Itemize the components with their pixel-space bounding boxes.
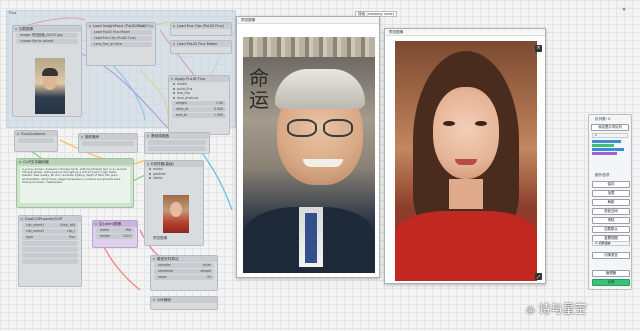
height-value[interactable]: height 1024: [96, 234, 134, 239]
extra-row[interactable]: [22, 247, 78, 252]
node-title: FluxGuidance: [21, 132, 46, 136]
expand-preview-button[interactable]: ⤢: [535, 273, 542, 280]
lora-select[interactable]: Lora_flux_ip+lora: [90, 42, 152, 47]
woman-portrait-image: [395, 41, 537, 281]
type-select[interactable]: type flux: [22, 235, 78, 240]
extra-options-label: 额外选项: [595, 173, 610, 177]
share-button[interactable]: 分享: [592, 279, 630, 286]
row-label: Lora_flux_ip+lora: [94, 42, 122, 46]
node-canvas[interactable]: Flux 加载图像 image: 预览图像_00037.jpg choose f…: [0, 0, 640, 331]
node-title: Load Eva Clip (PuLID Flux): [177, 24, 225, 28]
node-title: 随机噪声: [85, 135, 100, 139]
sampler-select-node[interactable]: 模型采样算法 sampler euler scheduler simple step…: [150, 255, 218, 291]
window-title: 预览图像: [389, 30, 404, 34]
node-title: Apply PuLID Flux: [175, 77, 206, 81]
seed-value[interactable]: [82, 141, 134, 146]
clip-text-node[interactable]: CLIP文本编码器 A young, woman, dressed in Chi…: [16, 158, 134, 208]
load-image-node[interactable]: 加载图像 image: 预览图像_00037.jpg choose file t…: [12, 25, 82, 117]
preview-window-woman[interactable]: 预览图像 × ⤢: [384, 28, 546, 284]
close-preview-button[interactable]: ×: [535, 45, 542, 52]
upload-button[interactable]: choose file to upload: [16, 39, 78, 44]
batch-count-input[interactable]: 1: [592, 133, 628, 138]
node-title: 基础调度器: [151, 134, 169, 138]
node-title: 空Latent图像: [99, 222, 122, 226]
panel-buttons: 保存 加载 刷新 剪贴空间 清除 加载默认 重置视图: [589, 179, 633, 242]
extra-row[interactable]: [22, 259, 78, 264]
save-button[interactable]: 保存: [592, 181, 630, 188]
scheduler-node[interactable]: 基础调度器: [144, 132, 210, 154]
switch-language-button[interactable]: 切换语言: [592, 252, 630, 259]
wechat-icon: ◎: [526, 305, 535, 316]
empty-latent-node[interactable]: 空Latent图像 width 768 height 1024: [92, 220, 138, 248]
row-label: Load Eva Clip (PuLID Flux): [94, 36, 136, 40]
start-at-slider[interactable]: start_at 0.000: [172, 107, 226, 112]
node-title: CLIP文本编码器: [23, 160, 49, 164]
eva-clip-node[interactable]: Load Eva Clip (PuLID Flux): [170, 22, 232, 36]
node-title: K采样器(高级): [151, 162, 175, 166]
end-at-slider[interactable]: end_at 1.000: [172, 113, 226, 118]
node-title: VAE解码: [157, 298, 172, 302]
node-title: 加载图像: [13, 26, 81, 32]
queue-size-label: 队列数: 0: [595, 117, 611, 121]
refresh-button[interactable]: 刷新: [592, 199, 630, 206]
clipspace-button[interactable]: 剪贴空间: [592, 208, 630, 215]
pulid-file-select[interactable]: Load Eva Clip (PuLID Flux): [90, 36, 152, 41]
scheduler-select[interactable]: [148, 140, 206, 145]
flux-guidance-node[interactable]: FluxGuidance: [14, 130, 58, 152]
steps-value[interactable]: [148, 146, 206, 151]
node-title: Load PuLID Flux Model: [177, 42, 218, 46]
pulid-model-node[interactable]: Load PuLID Flux Model: [170, 40, 232, 54]
clip-name1-select[interactable]: clip_name1 t5xxl_fp8: [22, 223, 78, 228]
pulid-loaders-node[interactable]: Load InsightFace (PuLID Flux) PuLID Flux …: [86, 22, 156, 66]
prompt-textarea[interactable]: A young, woman, dressed in Chinese hanfu…: [20, 167, 130, 203]
watermark-text: ◎ 诗与星空: [526, 302, 587, 316]
row-label: Load PuLID Flux Model: [94, 30, 130, 34]
image-file-select[interactable]: image: 预览图像_00037.jpg: [16, 33, 78, 38]
sampler-select[interactable]: sampler euler: [154, 263, 214, 268]
manager-button[interactable]: 管理器: [592, 270, 630, 277]
queue-side-panel: 队列数: 0 添加提示词队列 1 额外选项 保存 加载 刷新 剪贴空间 清除 加…: [588, 114, 632, 290]
input-latent: latent: [145, 176, 203, 181]
queue-prompt-button[interactable]: 添加提示词队列: [591, 124, 629, 131]
dual-clip-node[interactable]: DualCLIPLoader/CLIP clip_name1 t5xxl_fp8 …: [18, 215, 82, 287]
node-title: 模型采样算法: [157, 257, 179, 261]
weight-slider[interactable]: weight 1.00: [172, 101, 226, 106]
switch-select[interactable]: ☑ 切换语言: [592, 241, 630, 246]
width-value[interactable]: width 768: [96, 228, 134, 233]
extra-row[interactable]: [22, 241, 78, 246]
preview-window-man[interactable]: 预览图像 命运: [236, 16, 380, 278]
preview-caption: 预览图像: [153, 236, 168, 240]
man-portrait-image: 命运: [243, 37, 375, 273]
steps-value[interactable]: steps 20: [154, 275, 214, 280]
progress-bars: [592, 140, 628, 160]
group-label: Flux: [9, 11, 17, 15]
scheduler-select[interactable]: scheduler simple: [154, 269, 214, 274]
preview-small-node[interactable]: K采样器(高级) model positive latent 预览图像: [144, 160, 204, 246]
load-default-button[interactable]: 加载默认: [592, 226, 630, 233]
input-face: face_analysis: [169, 96, 229, 101]
load-button[interactable]: 加载: [592, 190, 630, 197]
node-title: DualCLIPLoader/CLIP: [25, 217, 63, 221]
apply-pulid-node[interactable]: Apply PuLID Flux model pulid_flux eva_cl…: [168, 75, 230, 135]
man-thumbnail-image: [35, 58, 65, 114]
clip-name2-select[interactable]: clip_name2 clip_l: [22, 229, 78, 234]
vae-decode-node[interactable]: VAE解码: [150, 296, 218, 310]
provider-select[interactable]: Load PuLID Flux Model: [90, 30, 152, 35]
guidance-value[interactable]: [18, 138, 54, 143]
node-tag: PuLID Flux: [136, 24, 153, 28]
random-noise-node[interactable]: 随机噪声: [78, 133, 138, 153]
window-title: 预览图像: [241, 18, 256, 22]
close-icon[interactable]: ✕: [622, 8, 626, 13]
woman-thumbnail-image: [163, 195, 189, 233]
extra-row[interactable]: [22, 253, 78, 258]
clear-button[interactable]: 清除: [592, 217, 630, 224]
